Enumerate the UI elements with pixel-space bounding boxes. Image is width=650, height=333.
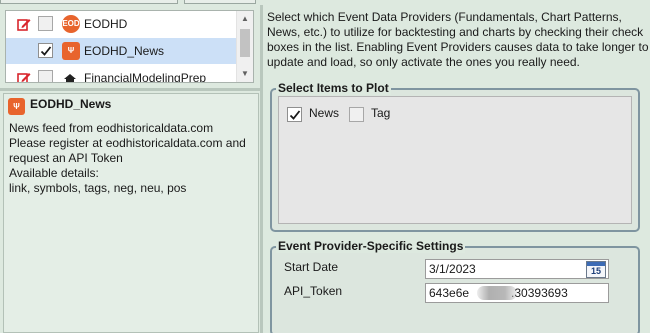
provider-list[interactable]: EOD EODHD Ψ EODHD_News FinancialModeling… bbox=[5, 10, 254, 83]
details-line: Please register at eodhistoricaldata.com… bbox=[9, 136, 246, 150]
plot-item-checkbox[interactable] bbox=[349, 107, 364, 122]
provider-label: EODHD_News bbox=[84, 44, 165, 58]
plot-item-checkbox[interactable] bbox=[287, 107, 302, 122]
plot-items-group: Select Items to Plot News Tag bbox=[270, 81, 640, 232]
start-date-value: 3/1/2023 bbox=[429, 262, 476, 276]
provider-settings-group: Event Provider-Specific Settings Start D… bbox=[270, 239, 640, 333]
provider-checkbox[interactable] bbox=[38, 70, 53, 82]
plot-item-label: News bbox=[309, 106, 340, 120]
tab-right[interactable] bbox=[184, 0, 256, 4]
scroll-thumb[interactable] bbox=[240, 29, 250, 57]
intro-text: Select which Event Data Providers (Funda… bbox=[267, 10, 649, 70]
details-text: News feed from eodhistoricaldata.com Ple… bbox=[9, 121, 257, 196]
provider-label: EODHD bbox=[84, 17, 128, 31]
provider-row[interactable]: FinancialModelingPrep bbox=[6, 65, 238, 83]
api-token-suffix: .30393693 bbox=[511, 286, 568, 300]
provider-logo-icon: EOD bbox=[62, 15, 80, 33]
redaction-blur bbox=[477, 286, 517, 300]
intro-line: boxes in the list. Enabling Event Provid… bbox=[267, 40, 649, 54]
details-line: Available details: bbox=[9, 166, 99, 180]
check-mark-icon bbox=[289, 110, 301, 120]
api-token-label: API_Token bbox=[284, 284, 343, 298]
details-line: request an API Token bbox=[9, 151, 123, 165]
edit-pencil-icon[interactable] bbox=[17, 71, 31, 83]
provider-logo-icon bbox=[64, 74, 76, 82]
provider-row[interactable]: EOD EODHD bbox=[6, 11, 238, 37]
list-scrollbar[interactable]: ▲ ▼ bbox=[236, 11, 253, 82]
calendar-icon[interactable]: 15 bbox=[586, 261, 606, 278]
check-mark-icon bbox=[40, 46, 52, 56]
plot-item-label: Tag bbox=[371, 106, 391, 120]
intro-line: Select which Event Data Providers (Funda… bbox=[267, 10, 622, 24]
start-date-label: Start Date bbox=[284, 260, 339, 274]
intro-line: update and load, so only activate the on… bbox=[267, 55, 580, 69]
calendar-day: 15 bbox=[590, 266, 601, 276]
details-title: EODHD_News bbox=[30, 97, 112, 111]
provider-checkbox[interactable] bbox=[38, 43, 53, 58]
plot-items-list: News Tag bbox=[278, 96, 632, 224]
api-token-field[interactable]: 643e6e .30393693 bbox=[425, 283, 609, 303]
details-line: News feed from eodhistoricaldata.com bbox=[9, 121, 214, 135]
tab-left[interactable] bbox=[0, 0, 178, 4]
provider-row[interactable]: Ψ EODHD_News bbox=[6, 38, 238, 64]
provider-logo-icon: Ψ bbox=[62, 42, 80, 60]
plot-items-title: Select Items to Plot bbox=[276, 81, 391, 95]
intro-line: News, etc.) to utilize for backtesting a… bbox=[267, 25, 644, 39]
scroll-down-icon[interactable]: ▼ bbox=[237, 66, 253, 82]
horizontal-splitter[interactable] bbox=[0, 88, 261, 91]
provider-logo-icon: Ψ bbox=[8, 98, 25, 115]
provider-details-panel: Ψ EODHD_News News feed from eodhistorica… bbox=[3, 93, 259, 333]
provider-checkbox[interactable] bbox=[38, 16, 53, 31]
edit-pencil-icon[interactable] bbox=[17, 17, 31, 31]
scroll-up-icon[interactable]: ▲ bbox=[237, 11, 253, 27]
vertical-splitter[interactable] bbox=[260, 5, 263, 333]
start-date-field[interactable]: 3/1/2023 15 bbox=[425, 259, 609, 279]
provider-label: FinancialModelingPrep bbox=[84, 71, 207, 83]
tab-strip bbox=[0, 0, 650, 4]
details-line: link, symbols, tags, neg, neu, pos bbox=[9, 181, 187, 195]
provider-settings-title: Event Provider-Specific Settings bbox=[276, 239, 466, 253]
api-token-prefix: 643e6e bbox=[429, 286, 470, 300]
